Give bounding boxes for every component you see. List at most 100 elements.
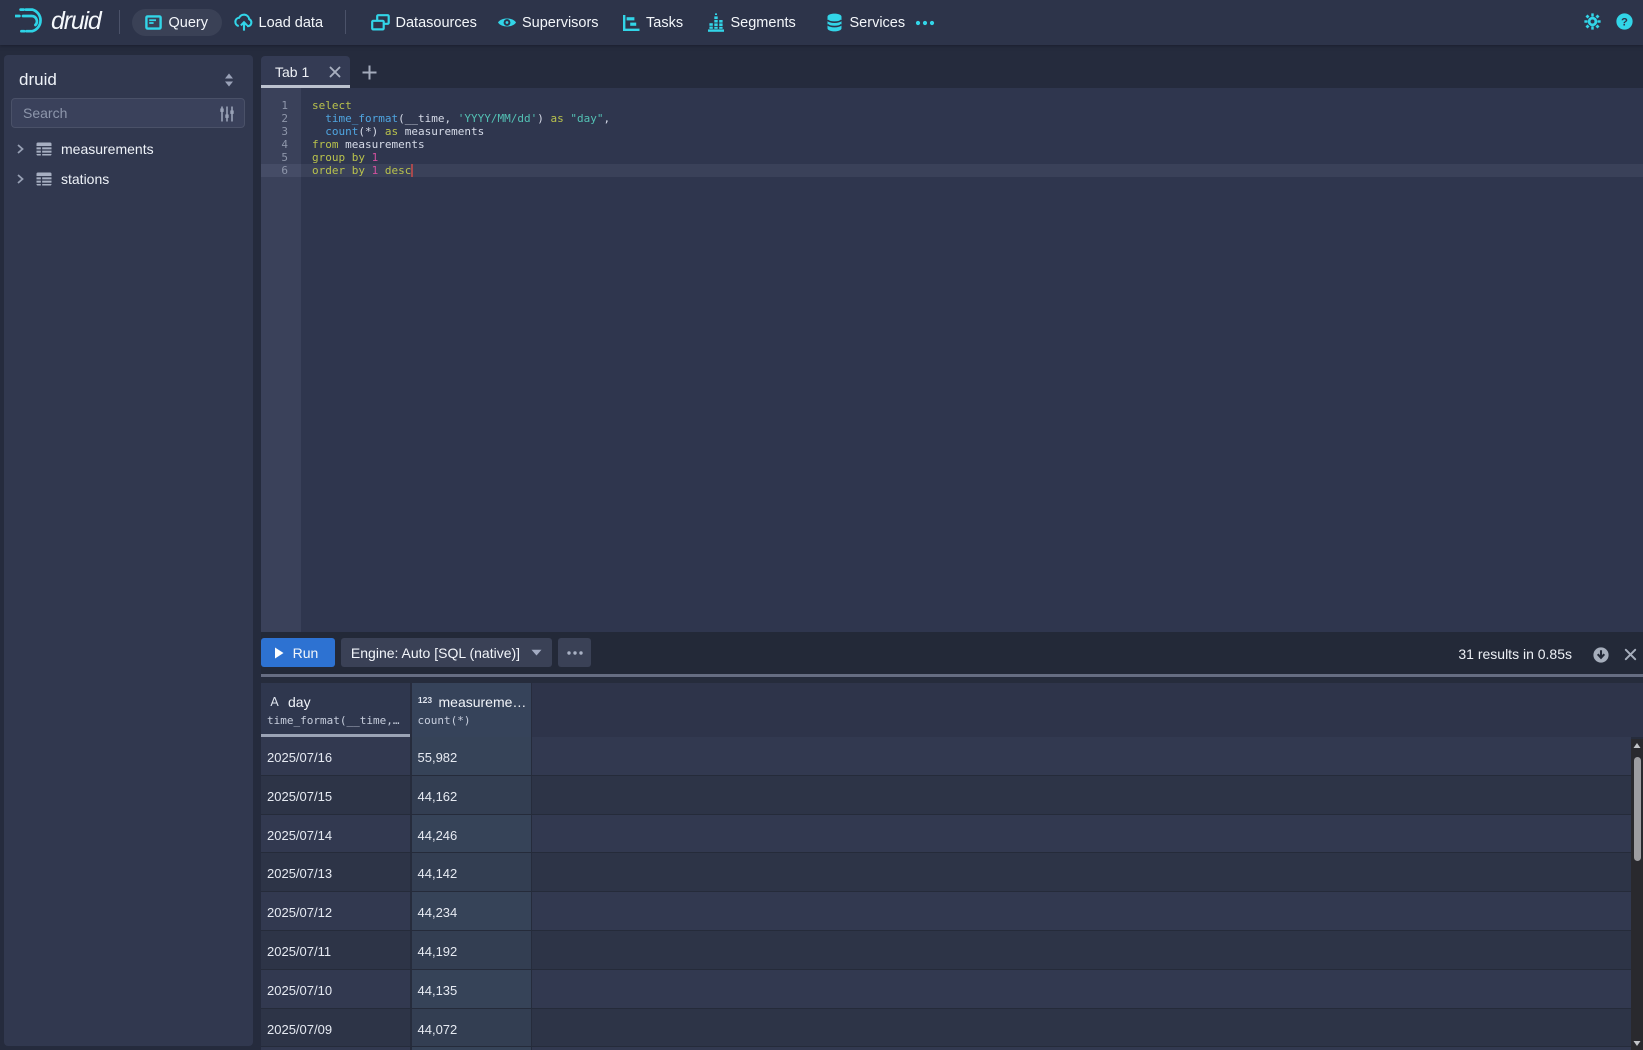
line-number: 2 — [261, 112, 288, 125]
druid-logo-icon — [15, 8, 46, 33]
column-header-day[interactable]: A day time_format(__time,… — [261, 683, 410, 737]
close-results-icon[interactable] — [1624, 648, 1637, 661]
cell-measurements[interactable]: 55,982 — [412, 737, 531, 775]
tab-item[interactable]: Tab 1 — [261, 56, 350, 88]
row-filler — [532, 853, 1631, 891]
segments-icon — [706, 13, 726, 33]
code-line: group by 1 — [312, 151, 610, 164]
cell-day[interactable]: 2025/07/16 — [261, 737, 410, 775]
nav-label-supervisors: Supervisors — [522, 15, 599, 31]
line-number: 6 — [261, 164, 288, 177]
load-data-icon — [234, 13, 254, 33]
header-right-icons: ? — [1584, 13, 1633, 30]
results-header: A day time_format(__time,… 123 measureme… — [261, 683, 1631, 737]
tab-close-icon[interactable] — [329, 66, 341, 78]
nav-tab-load-data[interactable]: Load data — [228, 9, 330, 36]
tab-bar: Tab 1 — [261, 45, 1643, 88]
code-line: select — [312, 99, 610, 112]
row-filler — [532, 737, 1631, 775]
nav-label-query: Query — [169, 15, 209, 31]
nav-tab-supervisors[interactable]: Supervisors — [491, 9, 605, 36]
cell-measurements[interactable]: 44,072 — [412, 1009, 531, 1047]
nav-more-button[interactable] — [909, 9, 941, 36]
nav-divider — [345, 10, 346, 34]
cell-measurements[interactable]: 44,234 — [412, 892, 531, 930]
nav-tab-tasks[interactable]: Tasks — [615, 9, 689, 36]
code-line: count(*) as measurements — [312, 125, 610, 138]
cell-measurements[interactable]: 44,246 — [412, 815, 531, 853]
download-icon[interactable] — [1593, 647, 1609, 663]
tree-item-measurements[interactable]: measurements — [4, 134, 253, 164]
search-settings-icon[interactable] — [218, 105, 236, 123]
cell-day[interactable]: 2025/07/12 — [261, 892, 410, 930]
query-more-button[interactable] — [558, 638, 591, 667]
sql-code: select time_format(__time, 'YYYY/MM/dd')… — [312, 99, 610, 177]
cell-measurements[interactable]: 44,162 — [412, 776, 531, 814]
scroll-up-arrow[interactable] — [1633, 742, 1641, 750]
row-filler — [532, 970, 1631, 1008]
cell-day[interactable]: 2025/07/09 — [261, 1009, 410, 1047]
column-expr-measurements: count(*) — [418, 714, 471, 727]
editor-gutter: 123456 — [261, 88, 301, 632]
nav-tab-datasources[interactable]: Datasources — [365, 9, 483, 36]
table-row: 2025/07/1655,982 — [261, 737, 1631, 776]
top-nav-bar: druid Query Load data — [0, 0, 1643, 45]
chevron-right-icon[interactable] — [15, 174, 25, 184]
tree-item-stations[interactable]: stations — [4, 164, 253, 194]
search-box — [11, 98, 245, 128]
sql-editor[interactable]: 123456 select time_format(__time, 'YYYY/… — [261, 88, 1643, 632]
line-number: 4 — [261, 138, 288, 151]
nav-tab-query[interactable]: Query — [132, 9, 223, 36]
string-type-icon: A — [267, 695, 282, 709]
cell-day[interactable]: 2025/07/15 — [261, 776, 410, 814]
run-button[interactable]: Run — [261, 638, 335, 667]
results-scrollbar[interactable] — [1631, 739, 1643, 1050]
column-header-measurements[interactable]: 123 measureme… count(*) — [412, 683, 531, 737]
number-type-icon: 123 — [418, 695, 433, 705]
cell-day[interactable]: 2025/07/13 — [261, 853, 410, 891]
search-input[interactable] — [12, 105, 207, 121]
run-bar-divider — [261, 674, 1643, 677]
table-row: 2025/07/0944,072 — [261, 1009, 1631, 1048]
cell-measurements[interactable]: 44,192 — [412, 931, 531, 969]
chevron-right-icon[interactable] — [15, 144, 25, 154]
results-body: 2025/07/1655,9822025/07/1544,1622025/07/… — [261, 737, 1631, 1050]
scroll-thumb[interactable] — [1634, 757, 1641, 861]
sort-icon[interactable] — [221, 72, 237, 88]
nav-label-load-data: Load data — [259, 15, 324, 31]
services-icon — [825, 13, 845, 33]
table-icon — [36, 172, 52, 186]
druid-wordmark: druid — [51, 7, 101, 36]
help-icon[interactable]: ? — [1616, 13, 1633, 30]
table-icon — [36, 142, 52, 156]
tree-label: measurements — [61, 141, 154, 157]
result-status: 31 results in 0.85s — [1458, 632, 1572, 676]
nav-tab-segments[interactable]: Segments — [700, 9, 802, 36]
engine-select-button[interactable]: Engine: Auto [SQL (native)] — [341, 638, 552, 667]
cell-day[interactable]: 2025/07/14 — [261, 815, 410, 853]
nav-tab-services[interactable]: Services — [819, 9, 912, 36]
table-row: 2025/07/1444,246 — [261, 815, 1631, 854]
code-line: order by 1 desc — [312, 164, 610, 177]
query-icon — [144, 13, 164, 33]
line-numbers: 123456 — [261, 99, 288, 177]
add-tab-button[interactable] — [355, 58, 383, 86]
line-number: 3 — [261, 125, 288, 138]
settings-gear-icon[interactable] — [1584, 13, 1601, 30]
nav-label-tasks: Tasks — [646, 15, 683, 31]
svg-text:?: ? — [1621, 16, 1628, 28]
cell-measurements[interactable]: 44,135 — [412, 970, 531, 1008]
cell-day[interactable]: 2025/07/10 — [261, 970, 410, 1008]
query-workbench: Tab 1 123456 select time_format(__time, … — [261, 45, 1643, 1050]
code-line: time_format(__time, 'YYYY/MM/dd') as "da… — [312, 112, 610, 125]
row-filler — [532, 931, 1631, 969]
header-filler — [532, 683, 1643, 737]
schema-sidebar: druid measurementsstations — [4, 55, 253, 1046]
datasource-tree: measurements stations — [4, 134, 253, 194]
code-line: from measurements — [312, 138, 610, 151]
row-filler — [532, 892, 1631, 930]
cell-day[interactable]: 2025/07/11 — [261, 931, 410, 969]
cell-measurements[interactable]: 44,142 — [412, 853, 531, 891]
play-icon — [274, 647, 284, 659]
scroll-down-arrow[interactable] — [1633, 1039, 1641, 1047]
